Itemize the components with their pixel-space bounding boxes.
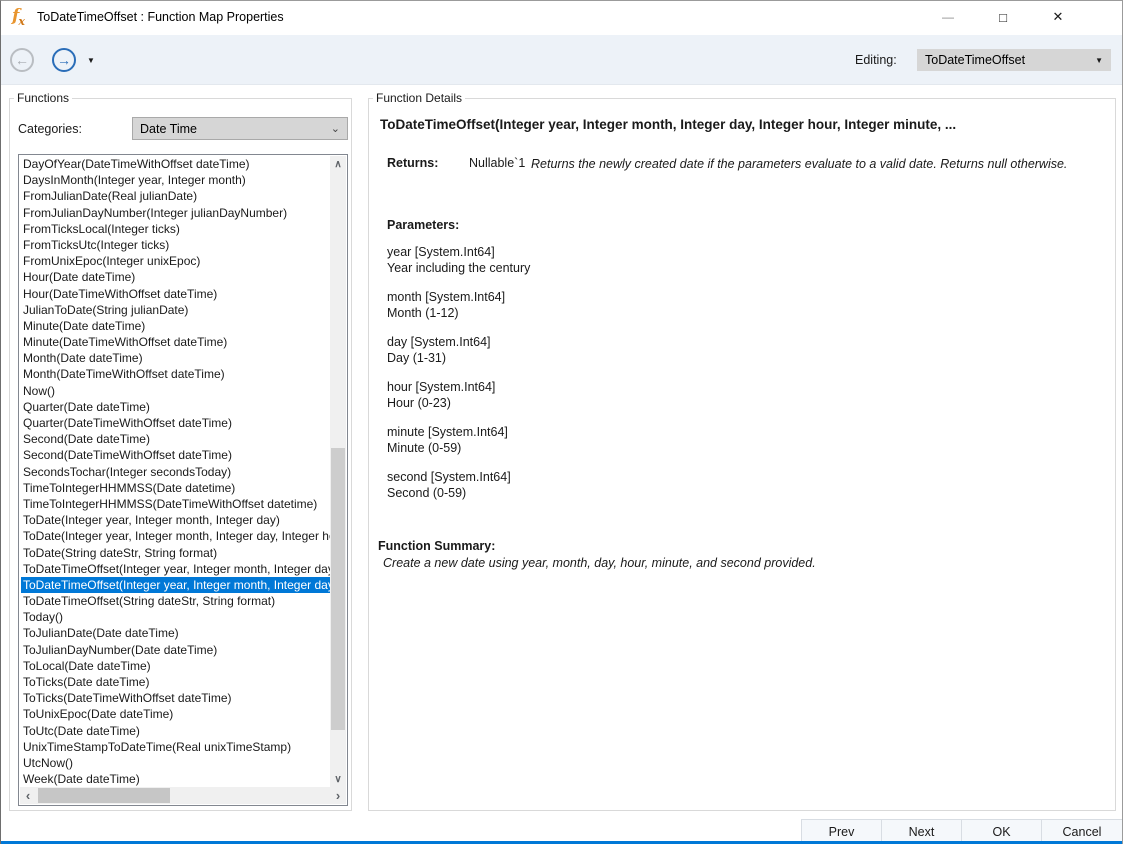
parameter-name: second [System.Int64] <box>387 469 530 485</box>
minimize-icon[interactable]: — <box>925 1 971 33</box>
chevron-down-icon: ⌄ <box>331 122 340 135</box>
function-summary-text: Create a new date using year, month, day… <box>383 556 1083 570</box>
function-list-item[interactable]: ToJulianDayNumber(Date dateTime) <box>21 642 330 658</box>
window-title: ToDateTimeOffset : Function Map Properti… <box>37 10 284 24</box>
function-list-item[interactable]: FromTicksUtc(Integer ticks) <box>21 237 330 253</box>
categories-dropdown[interactable]: Date Time ⌄ <box>132 117 348 140</box>
function-list-item[interactable]: DaysInMonth(Integer year, Integer month) <box>21 172 330 188</box>
function-list-item[interactable]: TimeToIntegerHHMMSS(DateTimeWithOffset d… <box>21 496 330 512</box>
function-list-item[interactable]: Hour(Date dateTime) <box>21 269 330 285</box>
function-summary-label: Function Summary: <box>378 539 495 553</box>
editing-function-dropdown[interactable]: ToDateTimeOffset ▼ <box>917 49 1111 71</box>
horizontal-scrollbar-thumb[interactable] <box>38 788 170 803</box>
parameter-entry: minute [System.Int64]Minute (0-59) <box>387 424 530 456</box>
parameter-list: year [System.Int64]Year including the ce… <box>387 244 530 514</box>
function-listbox: DayOfYear(DateTimeWithOffset dateTime)Da… <box>18 154 348 806</box>
parameter-entry: month [System.Int64]Month (1-12) <box>387 289 530 321</box>
parameter-description: Hour (0-23) <box>387 395 530 411</box>
function-signature: ToDateTimeOffset(Integer year, Integer m… <box>380 117 1111 132</box>
functions-legend: Functions <box>14 91 72 105</box>
vertical-scrollbar[interactable]: ∧ ∨ <box>330 156 346 787</box>
vertical-scrollbar-thumb[interactable] <box>331 448 345 730</box>
function-list-item[interactable]: Today() <box>21 609 330 625</box>
parameters-label: Parameters: <box>387 218 459 232</box>
parameter-name: month [System.Int64] <box>387 289 530 305</box>
function-list-item[interactable]: Quarter(DateTimeWithOffset dateTime) <box>21 415 330 431</box>
parameter-description: Month (1-12) <box>387 305 530 321</box>
categories-value: Date Time <box>140 122 197 136</box>
function-list-item[interactable]: FromTicksLocal(Integer ticks) <box>21 221 330 237</box>
parameter-description: Minute (0-59) <box>387 440 530 456</box>
parameter-name: year [System.Int64] <box>387 244 530 260</box>
horizontal-scrollbar[interactable]: ‹ › <box>20 787 346 804</box>
parameter-name: hour [System.Int64] <box>387 379 530 395</box>
parameter-entry: year [System.Int64]Year including the ce… <box>387 244 530 276</box>
function-list-item[interactable]: ToTicks(DateTimeWithOffset dateTime) <box>21 690 330 706</box>
parameter-entry: second [System.Int64]Second (0-59) <box>387 469 530 501</box>
toolbar: ← → ▼ Editing: ToDateTimeOffset ▼ <box>1 35 1122 85</box>
function-map-properties-dialog: fx ToDateTimeOffset : Function Map Prope… <box>0 0 1123 844</box>
function-list-item[interactable]: ToDateTimeOffset(String dateStr, String … <box>21 593 330 609</box>
function-fx-icon: fx <box>12 6 25 28</box>
categories-label: Categories: <box>18 122 82 136</box>
returns-label: Returns: <box>387 156 438 170</box>
scroll-left-icon[interactable]: ‹ <box>20 787 36 804</box>
parameter-description: Year including the century <box>387 260 530 276</box>
function-list-item[interactable]: Month(Date dateTime) <box>21 350 330 366</box>
function-details-legend: Function Details <box>373 91 465 105</box>
parameter-entry: day [System.Int64]Day (1-31) <box>387 334 530 366</box>
function-list-item[interactable]: ToJulianDate(Date dateTime) <box>21 625 330 641</box>
function-details-groupbox: Function Details ToDateTimeOffset(Intege… <box>368 91 1116 811</box>
returns-description: Returns the newly created date if the pa… <box>531 156 1091 172</box>
function-list-item[interactable]: ToDateTimeOffset(Integer year, Integer m… <box>21 561 330 577</box>
function-list-item[interactable]: ToUtc(Date dateTime) <box>21 723 330 739</box>
parameter-name: day [System.Int64] <box>387 334 530 350</box>
function-list-item[interactable]: TimeToIntegerHHMMSS(Date datetime) <box>21 480 330 496</box>
function-list-item[interactable]: FromJulianDayNumber(Integer julianDayNum… <box>21 205 330 221</box>
parameter-entry: hour [System.Int64]Hour (0-23) <box>387 379 530 411</box>
function-list-item[interactable]: Quarter(Date dateTime) <box>21 399 330 415</box>
functions-groupbox: Functions Categories: Date Time ⌄ DayOfY… <box>9 91 352 811</box>
parameter-description: Second (0-59) <box>387 485 530 501</box>
scroll-up-icon[interactable]: ∧ <box>330 156 346 172</box>
function-list-item[interactable]: JulianToDate(String julianDate) <box>21 302 330 318</box>
function-list-item[interactable]: ToDate(Integer year, Integer month, Inte… <box>21 512 330 528</box>
function-list-item[interactable]: Week(Date dateTime) <box>21 771 330 787</box>
function-list-item[interactable]: Hour(DateTimeWithOffset dateTime) <box>21 286 330 302</box>
function-list-item[interactable]: Minute(DateTimeWithOffset dateTime) <box>21 334 330 350</box>
function-list-item[interactable]: ToLocal(Date dateTime) <box>21 658 330 674</box>
function-list-item[interactable]: FromUnixEpoc(Integer unixEpoc) <box>21 253 330 269</box>
nav-history-dropdown-icon[interactable]: ▼ <box>87 56 95 65</box>
back-button[interactable]: ← <box>10 48 34 72</box>
function-list-item-selected[interactable]: ToDateTimeOffset(Integer year, Integer m… <box>21 577 330 593</box>
scroll-right-icon[interactable]: › <box>330 787 346 804</box>
parameter-name: minute [System.Int64] <box>387 424 530 440</box>
function-list-item[interactable]: UnixTimeStampToDateTime(Real unixTimeSta… <box>21 739 330 755</box>
function-list-item[interactable]: ToTicks(Date dateTime) <box>21 674 330 690</box>
chevron-down-icon: ▼ <box>1095 56 1103 65</box>
function-list-item[interactable]: FromJulianDate(Real julianDate) <box>21 188 330 204</box>
function-list-item[interactable]: Second(Date dateTime) <box>21 431 330 447</box>
function-list-item[interactable]: ToUnixEpoc(Date dateTime) <box>21 706 330 722</box>
title-bar: fx ToDateTimeOffset : Function Map Prope… <box>1 1 1122 35</box>
function-list: DayOfYear(DateTimeWithOffset dateTime)Da… <box>21 156 330 787</box>
function-list-item[interactable]: Second(DateTimeWithOffset dateTime) <box>21 447 330 463</box>
function-list-item[interactable]: Month(DateTimeWithOffset dateTime) <box>21 366 330 382</box>
function-list-item[interactable]: ToDate(Integer year, Integer month, Inte… <box>21 528 330 544</box>
function-list-item[interactable]: UtcNow() <box>21 755 330 771</box>
function-list-item[interactable]: DayOfYear(DateTimeWithOffset dateTime) <box>21 156 330 172</box>
editing-function-value: ToDateTimeOffset <box>925 53 1025 67</box>
scroll-down-icon[interactable]: ∨ <box>330 771 346 787</box>
close-icon[interactable]: ✕ <box>1035 1 1081 33</box>
parameter-description: Day (1-31) <box>387 350 530 366</box>
editing-label: Editing: <box>855 53 897 67</box>
function-list-item[interactable]: Now() <box>21 383 330 399</box>
maximize-icon[interactable]: □ <box>980 1 1026 33</box>
function-list-item[interactable]: Minute(Date dateTime) <box>21 318 330 334</box>
returns-type: Nullable`1 <box>469 156 525 170</box>
function-list-item[interactable]: ToDate(String dateStr, String format) <box>21 545 330 561</box>
forward-button[interactable]: → <box>52 48 76 72</box>
function-list-item[interactable]: SecondsTochar(Integer secondsToday) <box>21 464 330 480</box>
